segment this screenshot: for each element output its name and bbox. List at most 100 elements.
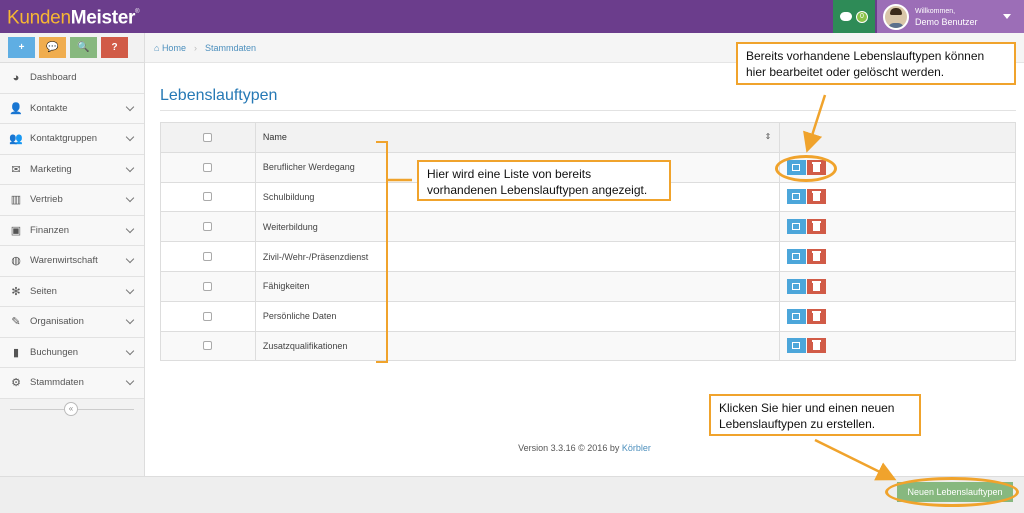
highlight-oval-actions bbox=[775, 155, 837, 182]
chevron-down-icon bbox=[125, 132, 135, 142]
row-select-cell bbox=[160, 270, 256, 302]
row-actions bbox=[779, 181, 1016, 213]
row-checkbox[interactable] bbox=[203, 281, 213, 291]
avatar bbox=[883, 3, 909, 30]
chevron-down-icon bbox=[125, 376, 135, 386]
row-name: Weiterbildung bbox=[254, 211, 781, 243]
table-row: Persönliche Daten bbox=[160, 300, 1016, 332]
money-icon: ▣ bbox=[10, 224, 22, 237]
row-actions bbox=[779, 241, 1016, 272]
sort-icon[interactable]: ⇕ bbox=[765, 132, 772, 141]
breadcrumb-separator: › bbox=[193, 42, 197, 53]
row-select-cell bbox=[160, 330, 256, 362]
top-navbar: KundenMeister® 0 Willkommen, Demo Benutz… bbox=[0, 0, 1024, 33]
delete-button[interactable] bbox=[807, 249, 827, 265]
row-select-cell bbox=[160, 241, 256, 272]
sidebar-item-stammdaten[interactable]: ⚙ Stammdaten bbox=[0, 368, 144, 399]
edit-button[interactable] bbox=[787, 249, 807, 265]
table-row: Zivil-/Wehr-/Präsenzdienst bbox=[160, 241, 1016, 272]
title-divider bbox=[160, 110, 1016, 111]
help-shortcut-button[interactable]: ? bbox=[101, 37, 128, 58]
select-all-cell bbox=[160, 122, 256, 153]
edit-button[interactable] bbox=[787, 338, 807, 354]
add-shortcut-button[interactable]: + bbox=[8, 37, 35, 58]
lebenslauftypen-table: Name ⇕ Beruflicher Werdegang Schulbildung… bbox=[160, 122, 1016, 362]
edit-button[interactable] bbox=[787, 308, 807, 324]
delete-button[interactable] bbox=[807, 219, 827, 235]
collapse-sidebar-button[interactable]: « bbox=[64, 401, 78, 416]
row-select-cell bbox=[160, 211, 256, 243]
row-select-cell bbox=[160, 300, 256, 332]
row-checkbox[interactable] bbox=[203, 311, 213, 321]
chevron-down-icon bbox=[125, 254, 135, 264]
chevron-down-icon bbox=[125, 346, 135, 355]
sidebar-item-seiten[interactable]: ✻ Seiten bbox=[0, 276, 144, 307]
sidebar-item-buchungen[interactable]: ▮ Buchungen bbox=[0, 337, 144, 368]
bottom-action-bar bbox=[0, 476, 1024, 513]
edit-button[interactable] bbox=[787, 219, 807, 235]
row-name: Fähigkeiten bbox=[254, 270, 781, 302]
version-text: Version 3.3.16 © 2016 by bbox=[518, 443, 620, 453]
user-icon: 👤 bbox=[9, 102, 23, 115]
search-shortcut-button[interactable]: 🔍 bbox=[70, 37, 97, 58]
sidebar: + 💬 🔍 ? ◕ Dashboard 👤 Kontakte 👥 Kontaktgru… bbox=[0, 33, 145, 476]
delete-button[interactable] bbox=[807, 308, 827, 324]
name-column-header[interactable]: Name ⇕ bbox=[254, 122, 781, 153]
cogs-icon: ⚙ bbox=[11, 377, 21, 390]
row-checkbox[interactable] bbox=[203, 192, 213, 202]
messages-button[interactable]: 0 bbox=[833, 0, 875, 33]
chat-shortcut-button[interactable]: 💬 bbox=[39, 37, 66, 58]
callout-list: Hier wird eine Liste von bereits vorhand… bbox=[417, 160, 671, 201]
row-checkbox[interactable] bbox=[203, 222, 213, 232]
callout-new: Klicken Sie hier und einen neuen Lebensl… bbox=[709, 394, 921, 436]
app-logo[interactable]: KundenMeister® bbox=[7, 4, 140, 29]
footer: Version 3.3.16 © 2016 by Körbler bbox=[145, 443, 1024, 453]
select-all-checkbox[interactable] bbox=[203, 132, 213, 142]
footer-link[interactable]: Körbler bbox=[622, 443, 651, 453]
breadcrumb-home[interactable]: ⌂ Home bbox=[154, 43, 186, 53]
row-name: Zusatzqualifikationen bbox=[254, 330, 781, 362]
sidebar-item-marketing[interactable]: ✉ Marketing bbox=[0, 154, 144, 185]
sidebar-item-dashboard[interactable]: ◕ Dashboard bbox=[0, 63, 144, 94]
row-actions bbox=[779, 330, 1016, 362]
row-checkbox[interactable] bbox=[203, 341, 213, 351]
sidebar-collapse: « bbox=[0, 399, 144, 419]
sidebar-item-finanzen[interactable]: ▣ Finanzen bbox=[0, 215, 144, 246]
delete-button[interactable] bbox=[807, 338, 827, 354]
bar-chart-icon: ▥ bbox=[10, 194, 22, 207]
edit-icon: ✎ bbox=[11, 316, 21, 329]
row-checkbox[interactable] bbox=[203, 252, 213, 262]
row-actions bbox=[779, 211, 1016, 243]
edit-button[interactable] bbox=[787, 189, 807, 205]
sidebar-item-vertrieb[interactable]: ▥ Vertrieb bbox=[0, 185, 144, 216]
chevron-down-icon bbox=[125, 193, 135, 203]
row-select-cell bbox=[160, 181, 256, 213]
dashboard-icon: ◕ bbox=[12, 71, 20, 84]
sidebar-item-kontakte[interactable]: 👤 Kontakte bbox=[0, 93, 144, 124]
sidebar-item-organisation[interactable]: ✎ Organisation bbox=[0, 307, 144, 338]
chat-icon bbox=[840, 12, 852, 21]
chevron-down-icon bbox=[125, 315, 135, 325]
callout-edit-delete: Bereits vorhandene Lebenslauftypen könne… bbox=[736, 42, 1016, 85]
users-icon: 👥 bbox=[9, 133, 23, 146]
sidebar-shortcuts: + 💬 🔍 ? bbox=[0, 33, 144, 63]
row-actions bbox=[779, 300, 1016, 332]
row-name: Zivil-/Wehr-/Präsenzdienst bbox=[254, 241, 781, 272]
user-menu[interactable]: Willkommen, Demo Benutzer bbox=[877, 0, 1024, 33]
delete-button[interactable] bbox=[807, 278, 827, 294]
edit-button[interactable] bbox=[787, 278, 807, 294]
row-checkbox[interactable] bbox=[203, 162, 213, 172]
breadcrumb-current[interactable]: Stammdaten bbox=[205, 43, 256, 53]
chevron-down-icon bbox=[125, 102, 135, 111]
table-header-row: Name ⇕ bbox=[160, 122, 1016, 153]
leaf-icon: ✻ bbox=[11, 285, 21, 298]
highlight-brace-list bbox=[376, 141, 388, 363]
messages-count-badge: 0 bbox=[856, 10, 868, 23]
row-name: Persönliche Daten bbox=[254, 300, 781, 332]
page-title: Lebenslauftypen bbox=[160, 87, 278, 104]
delete-button[interactable] bbox=[807, 189, 827, 205]
sidebar-item-kontaktgruppen[interactable]: 👥 Kontaktgruppen bbox=[0, 124, 144, 155]
row-select-cell bbox=[160, 151, 256, 183]
envelope-icon: ✉ bbox=[11, 163, 21, 176]
sidebar-item-warenwirtschaft[interactable]: ◍ Warenwirtschaft bbox=[0, 246, 144, 277]
